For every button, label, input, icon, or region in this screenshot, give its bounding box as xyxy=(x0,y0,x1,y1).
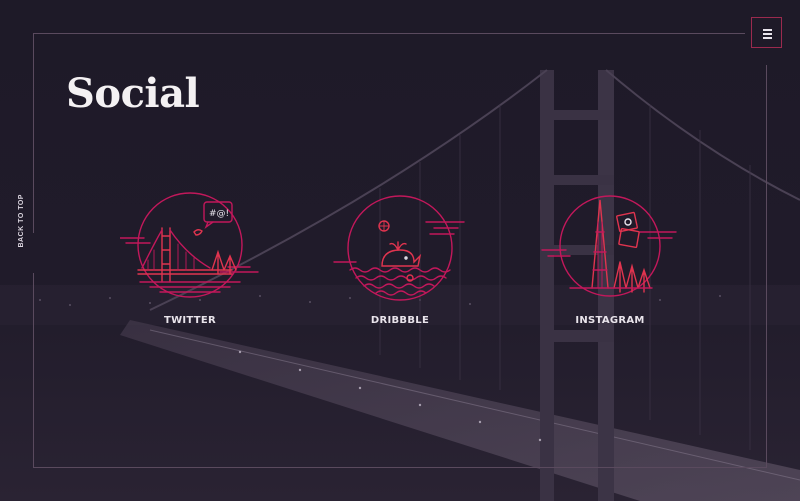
golden-gate-bridge-twitter-icon: #@! xyxy=(120,192,259,298)
frame-line-left-lower xyxy=(33,273,34,468)
social-link-instagram[interactable]: INSTAGRAM xyxy=(540,192,680,326)
transamerica-instagram-icon xyxy=(541,195,677,297)
social-link-dribbble[interactable]: DRIBBBLE xyxy=(330,192,470,326)
svg-text:#@!: #@! xyxy=(209,209,229,219)
frame-line-right xyxy=(766,65,767,468)
frame-line-top xyxy=(33,33,745,34)
social-label-twitter: TWITTER xyxy=(163,315,217,326)
menu-button[interactable] xyxy=(751,17,782,48)
social-label-instagram: INSTAGRAM xyxy=(575,315,645,326)
back-to-top-link[interactable]: BACK TO TOP xyxy=(18,194,25,247)
whale-dribbble-icon xyxy=(333,195,465,301)
social-label-dribbble: DRIBBBLE xyxy=(370,315,430,326)
page-title: Social xyxy=(66,70,200,117)
social-link-twitter[interactable]: #@! TWITTER xyxy=(120,192,260,326)
frame-line-bottom xyxy=(33,467,766,468)
frame-line-left-upper xyxy=(33,33,34,233)
